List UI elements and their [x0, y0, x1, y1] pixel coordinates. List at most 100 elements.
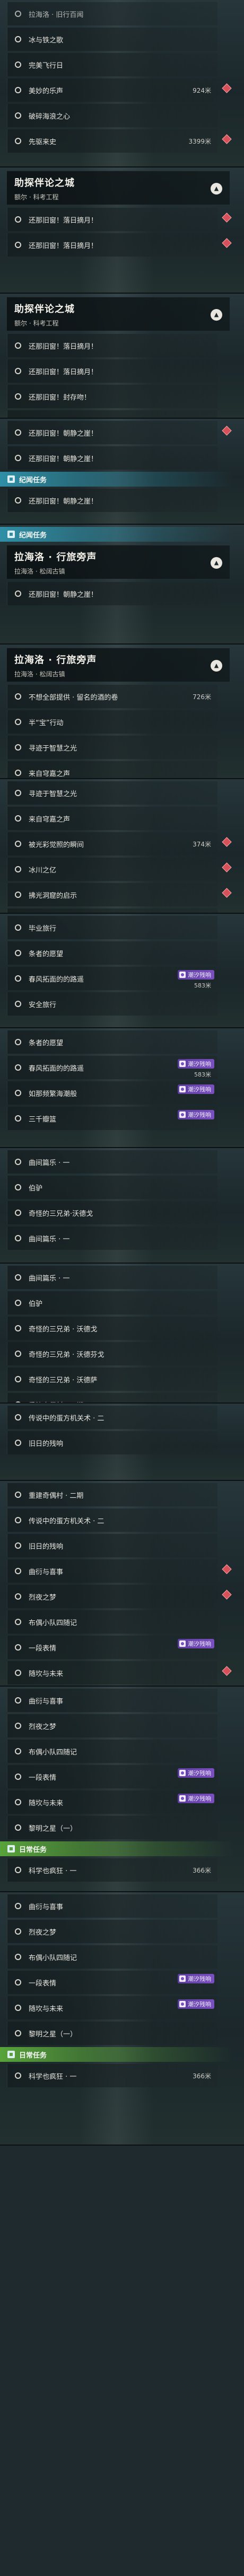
- tracking-marker-icon[interactable]: [222, 1564, 232, 1574]
- quest-item[interactable]: 曲衍与喜事: [7, 1894, 217, 1918]
- tracking-marker-icon[interactable]: [222, 426, 232, 436]
- quest-item[interactable]: 完美飞行日: [7, 53, 217, 76]
- collapse-chevron-icon[interactable]: ▲: [211, 309, 222, 321]
- quest-item[interactable]: 还那旧窗！落日摘月！: [7, 233, 232, 257]
- quest-item[interactable]: 布偶小队四随记: [7, 1610, 217, 1634]
- quest-item[interactable]: 冰与铁之歌: [7, 28, 217, 51]
- quest-item[interactable]: 春风拓面的的路遥 583米 潮汐残响: [7, 967, 217, 990]
- tracking-marker-icon[interactable]: [222, 1590, 232, 1600]
- quest-item[interactable]: 曲间篇乐 · 一: [7, 1266, 217, 1289]
- quest-item[interactable]: 伯驴: [7, 1291, 217, 1315]
- quest-item[interactable]: 安全旅行: [7, 992, 217, 1016]
- quest-chapter-card[interactable]: 拉海洛 · 行旅旁声 拉海洛 · 松阔古镇 ▲: [7, 545, 230, 579]
- quest-item[interactable]: 一段表情 潮汐残响: [7, 1971, 217, 1994]
- quest-name: 曲衍与喜事: [29, 1697, 64, 1706]
- quest-item[interactable]: 寻迹于智慧之光: [7, 781, 217, 805]
- quest-item[interactable]: 重建奇偶村 · 二期: [7, 1483, 217, 1506]
- radio-circle-icon: [15, 924, 21, 931]
- quest-item[interactable]: 还那旧窗！朝静之崖！: [7, 421, 232, 444]
- quest-chapter-card[interactable]: 助探伴论之城 额尔 · 科考工程 ▲: [7, 171, 230, 205]
- quest-item[interactable]: 奇怪的三兄弟 · 沃德萨: [7, 1368, 217, 1391]
- quest-item[interactable]: 奇怪的三兄弟 · 沃德戈: [7, 1317, 217, 1340]
- quest-item[interactable]: 烈夜之梦: [7, 1920, 217, 1943]
- quest-name: 随坎与未来: [29, 2005, 64, 2013]
- quest-item[interactable]: 随坎与未来 潮汐残响: [7, 1996, 217, 2019]
- quest-item[interactable]: 还那旧窗！落日摘月！: [7, 208, 232, 231]
- quest-item[interactable]: 一段表情 潮汐残响: [7, 1636, 217, 1659]
- quest-item[interactable]: 美妙的乐声 924米: [7, 78, 232, 102]
- tracking-marker-icon[interactable]: [222, 238, 232, 248]
- quest-item[interactable]: 条者的愿望: [7, 1030, 217, 1054]
- quest-item[interactable]: 伯驴: [7, 1176, 217, 1199]
- quest-item[interactable]: 半“宝”行动: [7, 710, 217, 734]
- quest-item[interactable]: 冰川之亿: [7, 858, 232, 881]
- quest-item[interactable]: 一段表情 潮汐残响: [7, 1765, 217, 1788]
- quest-item[interactable]: 三千瓣篮 潮汐残响: [7, 1107, 217, 1130]
- quest-item[interactable]: 破碎海浪之心: [7, 104, 217, 127]
- quest-item[interactable]: 还那旧窗！朝静之崖！: [7, 582, 217, 605]
- collapse-chevron-icon[interactable]: ▲: [211, 660, 222, 672]
- quest-item[interactable]: 曲间篇乐 · 一: [7, 1150, 217, 1174]
- quest-item[interactable]: 还那旧窗！朝静之崖！: [7, 489, 217, 512]
- quest-item[interactable]: 烈夜之梦: [7, 1585, 232, 1608]
- quest-item[interactable]: 寻迹于智慧之光: [7, 736, 217, 759]
- tracking-marker-icon[interactable]: [222, 837, 232, 847]
- quest-item[interactable]: 曲间篇乐 · 一: [7, 1227, 217, 1250]
- quest-item[interactable]: 布偶小队四随记: [7, 1740, 217, 1763]
- badge-label: 潮汐残响: [188, 1061, 211, 1068]
- quest-name: 还那旧窗！落日摘月！: [29, 368, 98, 376]
- quest-item[interactable]: 旧日的残响: [7, 1534, 217, 1557]
- quest-item[interactable]: 条者的愿望: [7, 941, 217, 965]
- quest-item[interactable]: 毕业旅行: [7, 908, 232, 914]
- quest-category-header[interactable]: 纪闻任务: [0, 472, 233, 487]
- tidal-echo-icon: [179, 2001, 186, 2007]
- quest-item[interactable]: 奇怪的三兄弟 · 沃德芬戈: [7, 1342, 217, 1365]
- quest-item[interactable]: 烈夜之梦: [7, 1714, 217, 1737]
- tracking-marker-icon[interactable]: [222, 213, 232, 223]
- quest-item[interactable]: 黎明之星（一）: [7, 1816, 217, 1839]
- quest-item[interactable]: 还那旧窗！朝静之崖！: [7, 446, 217, 470]
- tracking-marker-icon[interactable]: [222, 1666, 232, 1676]
- quest-category-header[interactable]: 日常任务: [0, 2047, 233, 2062]
- quest-item[interactable]: 重建奇偶村 · 二期: [7, 1393, 217, 1404]
- tracking-marker-icon[interactable]: [222, 134, 232, 144]
- quest-item[interactable]: 奇怪的三兄弟·沃德戈: [7, 1201, 217, 1224]
- badge-label: 潮汐残响: [188, 1795, 211, 1802]
- quest-item[interactable]: 不想全部提供 · 留名的酒的卷 726米: [7, 685, 217, 708]
- quest-item[interactable]: 随坎与未来 潮汐残响: [7, 1790, 217, 1814]
- quest-item[interactable]: 传说中的蛋方机关术 · 二: [7, 1406, 217, 1429]
- quest-item[interactable]: 春风拓面的的路遥 583米 潮汐残响: [7, 1056, 217, 1079]
- quest-chapter-card[interactable]: 拉海洛 · 行旅旁声 拉海洛 · 松阔古镇 ▲: [7, 648, 230, 682]
- quest-chapter-card[interactable]: 助探伴论之城 额尔 · 科考工程 ▲: [7, 297, 230, 331]
- quest-item[interactable]: 曲衍与喜事: [7, 1559, 232, 1583]
- quest-item[interactable]: 旧日的残响: [7, 1431, 217, 1454]
- quest-item[interactable]: 随坎与未来: [7, 1661, 232, 1684]
- quest-item[interactable]: 曲衍与喜事: [7, 1689, 217, 1712]
- collapse-chevron-icon[interactable]: ▲: [211, 183, 222, 195]
- quest-item[interactable]: 还那旧窗！朝静晴窗！: [7, 410, 217, 419]
- quest-item[interactable]: 来自穹嘉之声: [7, 761, 217, 779]
- collapse-chevron-icon[interactable]: ▲: [211, 557, 222, 569]
- quest-category-header[interactable]: 纪闻任务: [0, 527, 233, 542]
- screenshot-segment: 传说中的蛋方机关术 · 二旧日的残响: [0, 1404, 244, 1481]
- quest-item[interactable]: 被光彩觉照的瞬间 374米: [7, 832, 232, 855]
- quest-item[interactable]: 如那频繁海潮般 潮汐残响: [7, 1081, 217, 1105]
- quest-item[interactable]: 布偶小队四随记: [7, 1945, 217, 1969]
- quest-item[interactable]: 科学也疯狂 · 一 366米: [7, 2064, 217, 2087]
- quest-category-header[interactable]: 日常任务: [0, 1841, 233, 1856]
- quest-item[interactable]: 拉海洛 · 旧行百闻: [7, 2, 217, 25]
- quest-item[interactable]: 先驱来史 3399米: [7, 129, 232, 153]
- quest-item[interactable]: 来自穹嘉之声: [7, 807, 217, 830]
- quest-item[interactable]: 拂光洞窟的启示: [7, 883, 232, 906]
- quest-item[interactable]: 科学也疯狂 · 一 366米: [7, 1858, 217, 1882]
- quest-item[interactable]: 黎明之星（一）: [7, 2022, 217, 2045]
- tracking-marker-icon[interactable]: [222, 83, 232, 93]
- quest-item[interactable]: 还那旧窗！落日摘月！: [7, 359, 217, 383]
- tracking-marker-icon[interactable]: [222, 862, 232, 872]
- quest-item[interactable]: 传说中的蛋方机关术 · 二: [7, 1508, 217, 1532]
- quest-name: 奇怪的三兄弟·沃德戈: [29, 1210, 93, 1218]
- tracking-marker-icon[interactable]: [222, 888, 232, 898]
- quest-item[interactable]: 还那旧窗！落日摘月！: [7, 334, 217, 357]
- quest-item[interactable]: 还那旧窗！封存吻！: [7, 385, 217, 408]
- quest-item[interactable]: 毕业旅行: [7, 916, 217, 939]
